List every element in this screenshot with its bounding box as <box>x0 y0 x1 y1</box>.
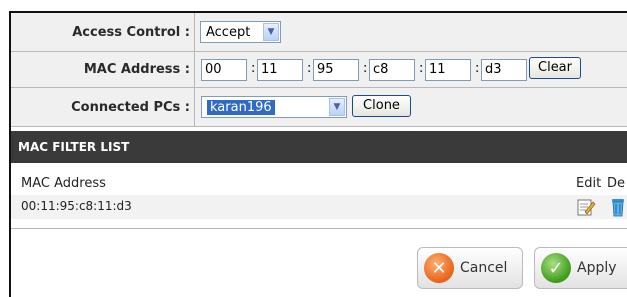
settings-panel: Access Control : Accept ▼ MAC Address : … <box>9 11 627 297</box>
clone-button[interactable]: Clone <box>352 95 411 117</box>
edit-column-header: Edit <box>576 176 602 191</box>
connected-pcs-value: karan196 <box>207 99 275 115</box>
mac-separator: : <box>307 61 312 76</box>
access-control-select[interactable]: Accept ▼ <box>200 21 281 43</box>
cancel-icon: ✕ <box>424 253 454 283</box>
edit-icon[interactable] <box>576 197 596 217</box>
chevron-down-icon[interactable]: ▼ <box>329 98 345 116</box>
clear-button[interactable]: Clear <box>529 57 581 79</box>
mac-separator: : <box>251 61 256 76</box>
connected-pcs-select[interactable]: karan196 ▼ <box>201 96 347 118</box>
chevron-down-icon[interactable]: ▼ <box>263 23 279 41</box>
connected-pcs-row: Connected PCs : karan196 ▼ Clone <box>11 87 627 127</box>
mac-separator: : <box>475 61 480 76</box>
connected-pcs-label: Connected PCs : <box>11 88 195 126</box>
trash-icon[interactable] <box>609 197 627 217</box>
table-row: 00:11:95:c8:11:d3 <box>11 195 627 219</box>
mac-octet-5[interactable]: 11 <box>425 59 471 81</box>
mac-octet-6[interactable]: d3 <box>481 59 527 81</box>
row-mac-address: 00:11:95:c8:11:d3 <box>21 199 132 213</box>
divider <box>11 228 627 229</box>
mac-address-row: MAC Address : 00 : 11 : 95 : c8 : 11 : d… <box>11 51 627 87</box>
access-control-row: Access Control : Accept ▼ <box>11 13 627 51</box>
cancel-label: Cancel <box>460 260 508 276</box>
mac-octet-4[interactable]: c8 <box>369 59 415 81</box>
mac-separator: : <box>363 61 368 76</box>
apply-button[interactable]: ✓ Apply <box>534 247 627 289</box>
mac-address-label: MAC Address : <box>11 52 195 87</box>
mac-octet-1[interactable]: 00 <box>201 59 247 81</box>
access-control-value: Accept <box>206 24 251 40</box>
mac-filter-list-header: MAC FILTER LIST <box>11 131 627 163</box>
checkmark-icon: ✓ <box>541 253 571 283</box>
mac-octet-3[interactable]: 95 <box>313 59 359 81</box>
mac-separator: : <box>419 61 424 76</box>
apply-label: Apply <box>577 260 617 276</box>
mac-octet-2[interactable]: 11 <box>257 59 303 81</box>
access-control-label: Access Control : <box>11 13 195 51</box>
mac-address-column-header: MAC Address <box>21 176 106 191</box>
delete-column-header: De <box>607 176 626 191</box>
cancel-button[interactable]: ✕ Cancel <box>417 247 523 289</box>
